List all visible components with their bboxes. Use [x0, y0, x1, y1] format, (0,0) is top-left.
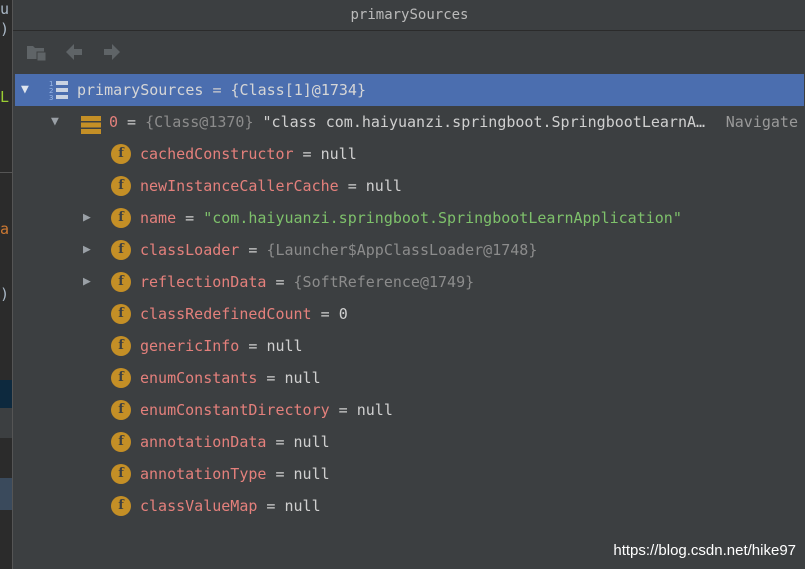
navigate-link[interactable]: Navigate	[726, 106, 798, 138]
tree-row-field[interactable]: ▶ f classLoader = {Launcher$AppClassLoader…	[15, 234, 804, 266]
field-name: enumConstants	[140, 369, 258, 387]
expanded-arrow-icon[interactable]: ▼	[21, 74, 29, 106]
background-editor: u ) L a )	[0, 0, 12, 569]
collapsed-arrow-icon[interactable]: ▶	[83, 266, 91, 298]
field-name: annotationType	[140, 465, 267, 483]
field-value: null	[284, 369, 321, 387]
editor-gutter-block	[0, 408, 12, 438]
equals-sign: =	[266, 433, 294, 451]
collapsed-arrow-icon[interactable]: ▶	[83, 202, 91, 234]
tree-row-field[interactable]: ▶ f reflectionData = {SoftReference@1749}	[15, 266, 804, 298]
field-name: genericInfo	[140, 337, 240, 355]
field-list: f cachedConstructor = null f newInstanceCal…	[15, 138, 804, 522]
field-icon: f	[111, 368, 131, 388]
equals-sign: =	[338, 177, 366, 195]
field-value: null	[356, 401, 393, 419]
equals-sign: =	[311, 305, 339, 323]
forward-arrow-icon[interactable]	[101, 41, 123, 63]
equals-sign: =	[257, 369, 285, 387]
tree-row-field[interactable]: f annotationType = null	[15, 458, 804, 490]
field-icon: f	[111, 464, 131, 484]
field-value: {SoftReference@1749}	[293, 273, 475, 291]
equals-sign: =	[239, 241, 267, 259]
tree-row-field[interactable]: f genericInfo = null	[15, 330, 804, 362]
popup-toolbar	[13, 31, 805, 73]
field-value: null	[320, 145, 357, 163]
field-name: name	[140, 209, 177, 227]
collapsed-arrow-icon[interactable]: ▶	[83, 234, 91, 266]
editor-char: )	[0, 285, 10, 303]
field-icon: f	[111, 496, 131, 516]
field-icon: f	[111, 144, 131, 164]
tree-row-element-0[interactable]: ▼ 0 = {Class@1370} "class com.haiyuanzi.…	[15, 106, 804, 138]
expanded-arrow-icon[interactable]: ▼	[51, 106, 59, 138]
element-reference: {Class@1370}	[145, 113, 254, 131]
tree-row-field[interactable]: f newInstanceCallerCache = null	[15, 170, 804, 202]
field-value: null	[284, 497, 321, 515]
tree-row-root[interactable]: ▼ 1 2 3 primarySources = {Class[1]@1734}	[15, 74, 804, 106]
equals-sign: =	[118, 113, 146, 131]
editor-highlight	[0, 478, 12, 510]
field-icon: f	[111, 432, 131, 452]
equals-sign: =	[293, 145, 321, 163]
field-name: cachedConstructor	[140, 145, 294, 163]
root-variable-name: primarySources	[77, 81, 204, 99]
root-variable-value: {Class[1]@1734}	[230, 81, 366, 99]
back-arrow-icon[interactable]	[63, 41, 85, 63]
editor-char: a	[0, 220, 10, 238]
field-name: classRedefinedCount	[140, 305, 312, 323]
field-value: "com.haiyuanzi.springboot.SpringbootLear…	[203, 209, 682, 227]
element-index: 0	[109, 113, 119, 131]
editor-char: u	[0, 0, 10, 18]
field-value: 0	[338, 305, 348, 323]
watermark: https://blog.csdn.net/hike97	[613, 542, 796, 559]
field-name: newInstanceCallerCache	[140, 177, 339, 195]
equals-sign: =	[329, 401, 357, 419]
element-value: "class com.haiyuanzi.springboot.Springbo…	[253, 113, 706, 131]
editor-char: L	[0, 88, 10, 106]
field-name: enumConstantDirectory	[140, 401, 330, 419]
field-icon: f	[111, 208, 131, 228]
editor-divider	[0, 172, 12, 173]
popup-title: primarySources	[13, 0, 805, 31]
field-value: null	[293, 465, 330, 483]
field-name: annotationData	[140, 433, 267, 451]
field-name: classValueMap	[140, 497, 258, 515]
tree-row-field[interactable]: f annotationData = null	[15, 426, 804, 458]
field-value: {Launcher$AppClassLoader@1748}	[266, 241, 538, 259]
tree-row-field[interactable]: ▶ f name = "com.haiyuanzi.springboot.Sprin…	[15, 202, 804, 234]
field-icon: f	[111, 304, 131, 324]
field-name: reflectionData	[140, 273, 267, 291]
tree-row-field[interactable]: f enumConstantDirectory = null	[15, 394, 804, 426]
tree-row-field[interactable]: f enumConstants = null	[15, 362, 804, 394]
field-icon: f	[111, 400, 131, 420]
field-icon: f	[111, 240, 131, 260]
variable-inspector-popup: primarySources ▼ 1 2 3 primarySources = …	[12, 0, 805, 569]
folder-icon[interactable]	[25, 41, 47, 63]
field-icon: f	[111, 176, 131, 196]
equals-sign: =	[257, 497, 285, 515]
equals-sign: =	[266, 465, 294, 483]
tree-row-field[interactable]: f classValueMap = null	[15, 490, 804, 522]
equals-sign: =	[266, 273, 294, 291]
editor-char: )	[0, 20, 10, 38]
editor-highlight	[0, 380, 12, 408]
field-icon: f	[111, 336, 131, 356]
tree-row-field[interactable]: f cachedConstructor = null	[15, 138, 804, 170]
equals-sign: =	[203, 81, 231, 99]
variables-tree: ▼ 1 2 3 primarySources = {Class[1]@1734}…	[15, 74, 804, 522]
tree-row-field[interactable]: f classRedefinedCount = 0	[15, 298, 804, 330]
svg-text:3: 3	[49, 94, 53, 101]
field-icon: f	[111, 272, 131, 292]
field-value: null	[266, 337, 303, 355]
field-name: classLoader	[140, 241, 240, 259]
field-value: null	[365, 177, 402, 195]
equals-sign: =	[239, 337, 267, 355]
field-value: null	[293, 433, 330, 451]
equals-sign: =	[176, 209, 204, 227]
